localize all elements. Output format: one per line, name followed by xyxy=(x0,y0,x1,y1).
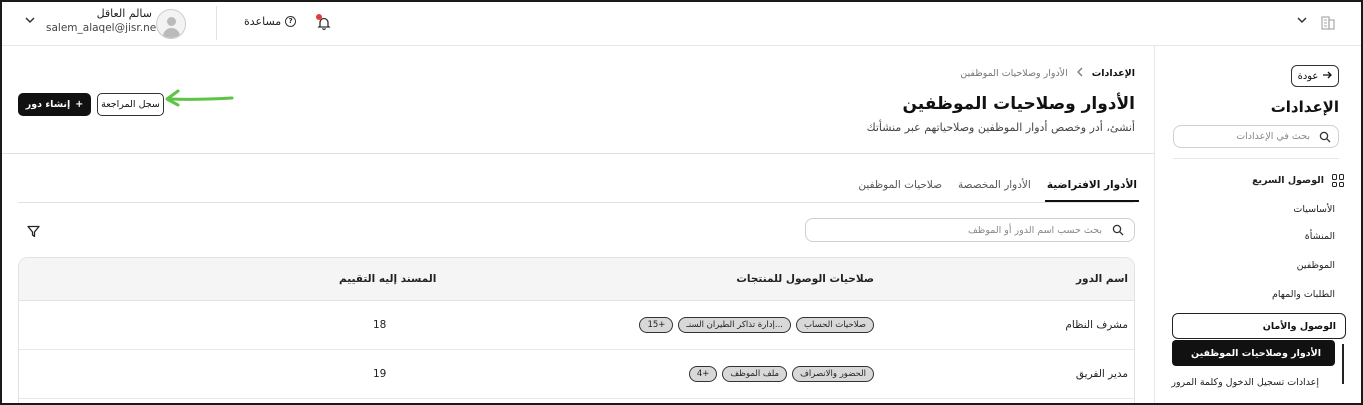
more-chip[interactable]: 15+ xyxy=(639,317,674,333)
divider xyxy=(1173,158,1339,159)
access-chips: صلاحيات الحساب إدارة تذاكر الطيران السنـ… xyxy=(639,317,874,333)
create-role-label: إنشاء دور xyxy=(25,99,71,110)
sidebar-item-quick-access[interactable]: الوصول السريع xyxy=(1252,174,1345,187)
audit-log-label: سجل المراجعة xyxy=(101,99,160,110)
arrow-right-icon xyxy=(1322,70,1333,83)
sidebar-item-access-security[interactable]: الوصول والأمان xyxy=(1172,313,1346,339)
roles-table: اسم الدور صلاحيات الوصول للمنتجات المسند… xyxy=(18,257,1135,405)
settings-sidebar: عودة الإعدادات بحث في الإعدادات الوصول ا… xyxy=(1154,46,1363,405)
search-placeholder: بحث في الإعدادات xyxy=(1236,131,1310,142)
tab-custom-roles[interactable]: الأدوار المخصصة xyxy=(956,172,1033,202)
top-bar: سالم العاقل salem_alaqel@jisr.net مساعدة… xyxy=(0,0,1363,46)
filter-icon[interactable] xyxy=(27,223,40,242)
page-title: الأدوار وصلاحيات الموظفين xyxy=(902,94,1135,114)
divider xyxy=(18,202,1134,203)
audit-log-button[interactable]: سجل المراجعة xyxy=(97,93,164,116)
bell-icon[interactable] xyxy=(316,14,331,30)
table-header: اسم الدور صلاحيات الوصول للمنتجات المسند… xyxy=(19,258,1134,301)
column-header-role-name: اسم الدور xyxy=(1076,273,1128,285)
create-role-button[interactable]: إنشاء دور + xyxy=(18,93,91,116)
help-icon: ? xyxy=(285,16,297,27)
breadcrumb-current: الأدوار وصلاحيات الموظفين xyxy=(960,68,1068,79)
chevron-down-icon[interactable] xyxy=(1296,14,1308,30)
role-name: مشرف النظام xyxy=(1065,319,1128,331)
divider xyxy=(0,153,1154,154)
column-header-product-access: صلاحيات الوصول للمنتجات xyxy=(736,273,874,285)
assigned-count: 19 xyxy=(373,368,387,380)
access-chip: ملف الموظف xyxy=(722,366,788,382)
access-chip: الحضور والانصراف xyxy=(792,366,874,382)
breadcrumb: الأدوار وصلاحيات الموظفين الإعدادات xyxy=(960,67,1135,80)
sidebar-section-basics: الأساسيات xyxy=(1293,204,1335,215)
grid-icon xyxy=(1332,174,1345,187)
chevron-down-icon[interactable] xyxy=(24,14,36,30)
table-row[interactable]: مدير الفريق الحضور والانصراف ملف الموظف … xyxy=(19,350,1134,399)
avatar[interactable] xyxy=(156,9,186,39)
plus-icon: + xyxy=(75,99,84,110)
role-name: مدير الفريق xyxy=(1075,368,1128,380)
help-label: مساعدة xyxy=(244,15,282,28)
assigned-count: 18 xyxy=(373,319,387,331)
search-placeholder: بحث حسب اسم الدور أو الموظف xyxy=(967,224,1102,236)
sidebar-item-employees[interactable]: الموظفين xyxy=(1297,260,1335,271)
user-email: salem_alaqel@jisr.net xyxy=(46,22,161,34)
access-chip: صلاحيات الحساب xyxy=(795,317,874,333)
annotation-arrow xyxy=(165,89,234,107)
user-name: سالم العاقل xyxy=(96,7,152,20)
sidebar-item-establishment[interactable]: المنشأة xyxy=(1305,231,1335,242)
search-icon xyxy=(1319,131,1331,146)
back-label: عودة xyxy=(1297,70,1319,82)
column-header-assigned: المسند إليه التقييم xyxy=(339,273,437,285)
tabs: الأدوار الافتراضية الأدوار المخصصة صلاحي… xyxy=(856,172,1139,202)
back-button[interactable]: عودة xyxy=(1291,65,1339,87)
access-chip: إدارة تذاكر الطيران السنـ... xyxy=(678,317,791,333)
access-chips: الحضور والانصراف ملف الموظف 4+ xyxy=(688,366,874,382)
user-info[interactable]: سالم العاقل salem_alaqel@jisr.net xyxy=(46,7,161,35)
page-subtitle: أنشئ، أدر وخصص أدوار الموظفين وصلاحياتهم… xyxy=(866,121,1135,134)
quick-access-label: الوصول السريع xyxy=(1252,175,1324,186)
table-row[interactable]: مشرف النظام صلاحيات الحساب إدارة تذاكر ا… xyxy=(19,301,1134,350)
divider xyxy=(216,6,217,40)
sidebar-item-requests[interactable]: الطلبات والمهام xyxy=(1272,289,1335,300)
breadcrumb-root[interactable]: الإعدادات xyxy=(1092,68,1135,79)
settings-search-input[interactable]: بحث في الإعدادات xyxy=(1173,125,1339,148)
chevron-left-icon xyxy=(1076,67,1084,80)
sidebar-item-login-settings[interactable]: إعدادات تسجيل الدخول وكلمة المرور xyxy=(1171,377,1319,388)
role-search-input[interactable]: بحث حسب اسم الدور أو الموظف xyxy=(805,218,1135,242)
sidebar-item-roles-permissions[interactable]: الأدوار وصلاحيات الموظفين xyxy=(1172,340,1335,366)
submenu-indicator xyxy=(1342,344,1344,384)
tab-employee-permissions[interactable]: صلاحيات الموظفين xyxy=(856,172,944,202)
more-chip[interactable]: 4+ xyxy=(688,366,718,382)
search-icon xyxy=(1112,224,1124,239)
help-button[interactable]: مساعدة ? xyxy=(244,15,297,28)
building-icon[interactable] xyxy=(1320,14,1336,30)
notification-dot xyxy=(316,14,322,20)
tab-default-roles[interactable]: الأدوار الافتراضية xyxy=(1044,172,1139,202)
sidebar-title: الإعدادات xyxy=(1270,98,1339,116)
